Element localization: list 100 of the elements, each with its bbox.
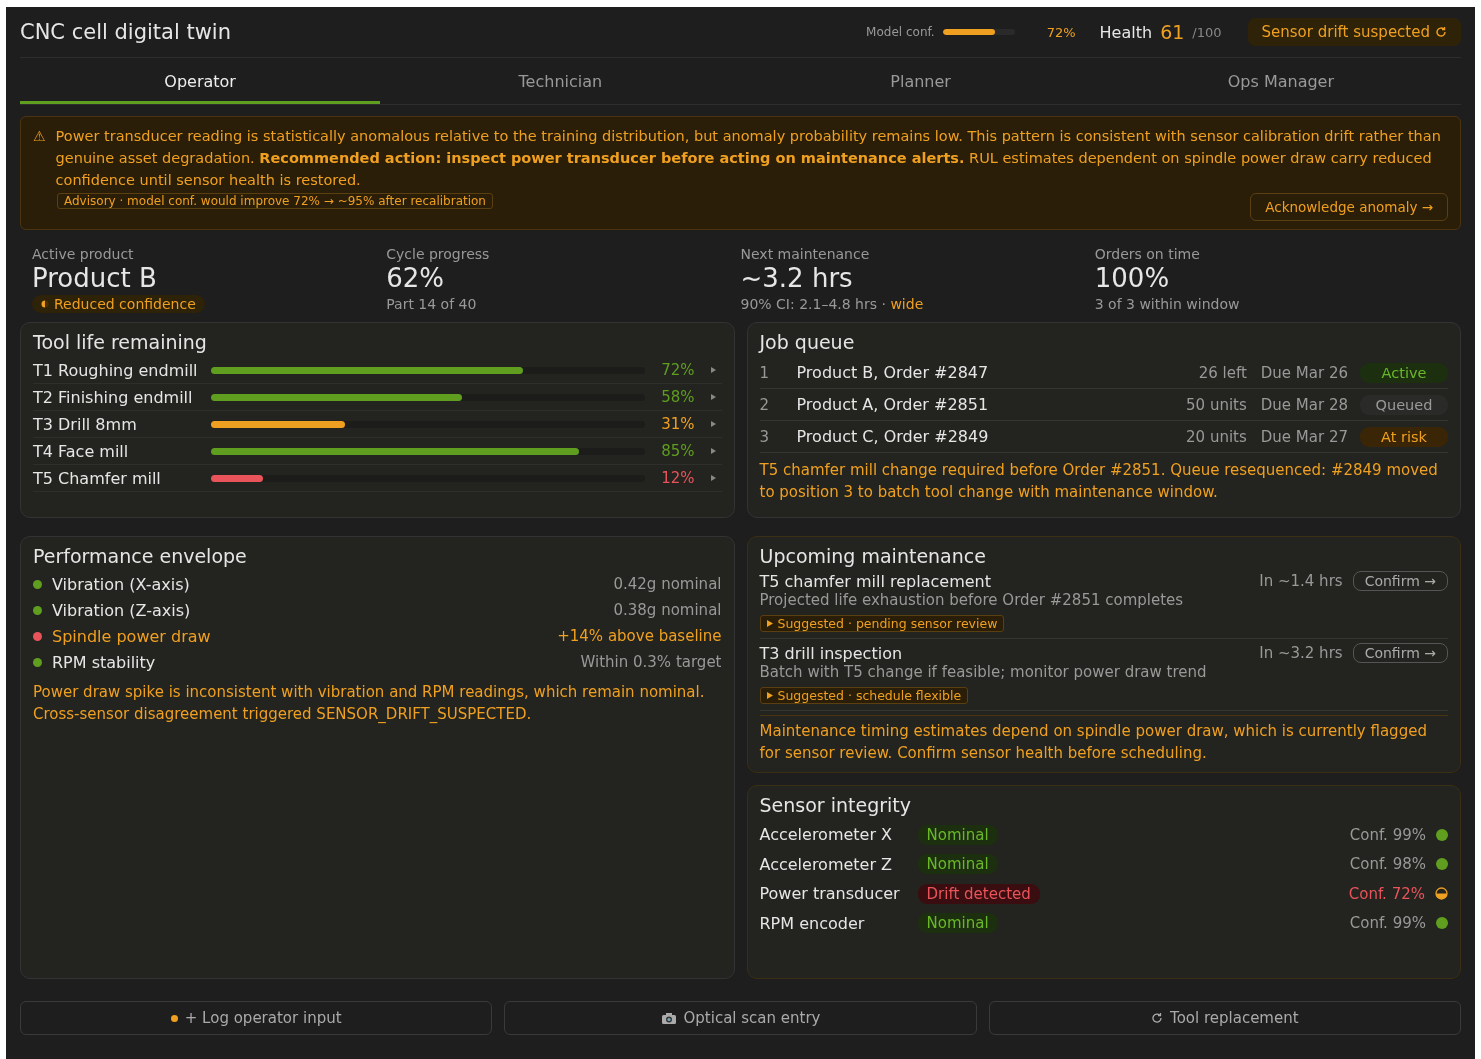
metric-reading: 0.42g nominal: [613, 575, 722, 593]
maintenance-eta: In ~3.2 hrs: [1259, 644, 1343, 662]
role-tab[interactable]: Ops Manager: [1100, 58, 1461, 104]
job-due-date: Due Mar 28: [1260, 395, 1348, 414]
sensor-drift-badge[interactable]: Sensor drift suspected: [1247, 18, 1461, 46]
tool-life-reading: 58%: [660, 388, 695, 406]
maintenance-title: T5 chamfer mill replacement: [759, 571, 992, 591]
refresh-icon: [1435, 26, 1447, 38]
kpi-value: ~3.2 hrs: [740, 262, 853, 294]
expand-arrow-icon[interactable]: [709, 474, 717, 482]
card-title: Upcoming maintenance: [759, 545, 987, 567]
health-max: /100: [1192, 24, 1222, 40]
model-conf-reading: 72%: [1046, 24, 1076, 40]
action-button[interactable]: Optical scan entry: [504, 1001, 977, 1035]
sensor-status-badge: Nominal: [917, 913, 998, 934]
job-quantity: 50 units: [1186, 395, 1247, 414]
maintenance-description: Batch with T5 change if feasible; monitor power draw trend: [759, 663, 1208, 681]
app-title: CNC cell digital twin: [20, 20, 232, 44]
kpi-value: 62%: [386, 262, 445, 294]
queue-position: 1: [759, 363, 771, 382]
role-tab[interactable]: Technician: [380, 58, 741, 104]
action-button[interactable]: + Log operator input: [20, 1001, 493, 1035]
tool-life-reading: 12%: [660, 469, 695, 487]
health-value: 61: [1160, 21, 1185, 43]
alert-message: Power transducer reading is statistically anomalous relative to the training distribution, but anomaly probability remains low. This pattern is consistent with sensor calibration drift rather than genuine asset degradation. Recommended action: inspect power transducer before acting on maintenance alerts. RUL estimates dependent on spindle power draw carry reduced confidence until sensor health is restored.: [55, 128, 1441, 188]
job-name: Product B, Order #2847: [796, 363, 990, 382]
refresh-icon: [1151, 1012, 1164, 1024]
metric-reading: Within 0.3% target: [580, 653, 722, 671]
status-dot: [1436, 917, 1448, 930]
expand-arrow-icon[interactable]: [709, 393, 717, 401]
tool-life-reading: 72%: [660, 361, 695, 379]
maintenance-description: Projected life exhaustion before Order #2851 completes: [759, 591, 1185, 609]
tool-name: T2 Finishing endmill: [33, 387, 194, 407]
kpi-subtext: 3 of 3 within window: [1094, 296, 1240, 312]
maintenance-note: Maintenance timing estimates depend on spindle power draw, which is currently flagged for sensor review. Confirm sensor health before scheduling.: [759, 715, 1448, 764]
kpi-label: Orders on time: [1094, 246, 1200, 262]
sensor-name: Accelerometer Z: [759, 854, 894, 874]
role-tab[interactable]: Planner: [740, 58, 1101, 104]
role-tab[interactable]: Operator: [20, 58, 381, 104]
sensor-name: Power transducer: [759, 884, 901, 904]
status-dot: [1436, 828, 1448, 841]
job-quantity: 26 left: [1198, 363, 1247, 382]
sensor-status-badge: Drift detected: [917, 883, 1040, 904]
maintenance-eta: In ~1.4 hrs: [1259, 572, 1343, 590]
job-name: Product A, Order #2851: [796, 395, 990, 414]
half-circle-icon: [41, 300, 49, 308]
acknowledge-button[interactable]: Acknowledge anomaly →: [1250, 193, 1448, 221]
metric-name: RPM stability: [52, 652, 157, 672]
confirm-button[interactable]: Confirm →: [1352, 571, 1448, 591]
camera-icon: [660, 1011, 677, 1025]
tool-name: T4 Face mill: [33, 441, 130, 461]
tool-name: T5 Chamfer mill: [33, 468, 162, 488]
sensor-status-badge: Nominal: [917, 824, 998, 845]
sensor-confidence: Conf. 72%: [1348, 884, 1425, 903]
confidence-badge: Reduced confidence: [32, 295, 205, 313]
queue-position: 3: [759, 427, 771, 446]
card-title: Job queue: [759, 331, 856, 353]
queue-position: 2: [759, 395, 771, 414]
expand-arrow-icon[interactable]: [709, 420, 717, 428]
job-name: Product C, Order #2849: [796, 427, 990, 446]
kpi-label: Active product: [32, 246, 134, 262]
confirm-button[interactable]: Confirm →: [1352, 643, 1448, 663]
metric-name: Vibration (X-axis): [52, 574, 191, 594]
metric-reading: 0.38g nominal: [613, 601, 722, 619]
maintenance-title: T3 drill inspection: [759, 643, 904, 663]
tool-life-reading: 85%: [660, 442, 695, 460]
performance-note: Power draw spike is inconsistent with vibration and RPM readings, which remain nominal. Cross-sensor disagreement triggered SENSOR_DRIFT_SUSPECTED.: [33, 682, 706, 725]
metric-name: Vibration (Z-axis): [52, 600, 192, 620]
suggestion-tag: Suggested · pending sensor review: [759, 615, 1005, 632]
sensor-name: RPM encoder: [759, 913, 866, 933]
warning-icon: ⚠: [33, 125, 46, 191]
card-title: Sensor integrity: [759, 794, 912, 816]
health-label: Health: [1099, 22, 1153, 42]
job-due-date: Due Mar 27: [1260, 427, 1348, 446]
tool-name: T1 Roughing endmill: [33, 360, 199, 380]
queue-note: T5 chamfer mill change required before Order #2851. Queue resequenced: #2849 moved to position 3 to batch tool change with maintenance window.: [759, 460, 1439, 503]
suggestion-tag: Suggested · schedule flexible: [759, 687, 969, 704]
job-quantity: 20 units: [1186, 427, 1247, 446]
triangle-icon: [766, 620, 773, 627]
sensor-status-badge: Nominal: [917, 854, 998, 875]
job-status-badge: Queued: [1360, 394, 1448, 415]
job-status-badge: Active: [1360, 362, 1448, 383]
metric-reading: +14% above baseline: [557, 627, 722, 645]
expand-arrow-icon[interactable]: [709, 366, 717, 374]
triangle-icon: [766, 692, 773, 699]
kpi-subtext: Part 14 of 40: [386, 296, 477, 312]
tool-name: T3 Drill 8mm: [33, 414, 138, 434]
sensor-confidence: Conf. 98%: [1349, 855, 1426, 874]
sensor-name: Accelerometer X: [759, 825, 894, 845]
sensor-confidence: Conf. 99%: [1349, 914, 1426, 933]
status-dot: [1436, 858, 1448, 871]
card-title: Tool life remaining: [33, 331, 208, 353]
expand-arrow-icon[interactable]: [709, 447, 717, 455]
job-due-date: Due Mar 26: [1260, 363, 1348, 382]
metric-name: Spindle power draw: [52, 626, 212, 646]
action-button[interactable]: Tool replacement: [988, 1001, 1461, 1035]
sensor-confidence: Conf. 99%: [1349, 825, 1426, 844]
kpi-label: Next maintenance: [740, 246, 870, 262]
half-circle-icon: [1435, 887, 1448, 901]
kpi-label: Cycle progress: [386, 246, 490, 262]
